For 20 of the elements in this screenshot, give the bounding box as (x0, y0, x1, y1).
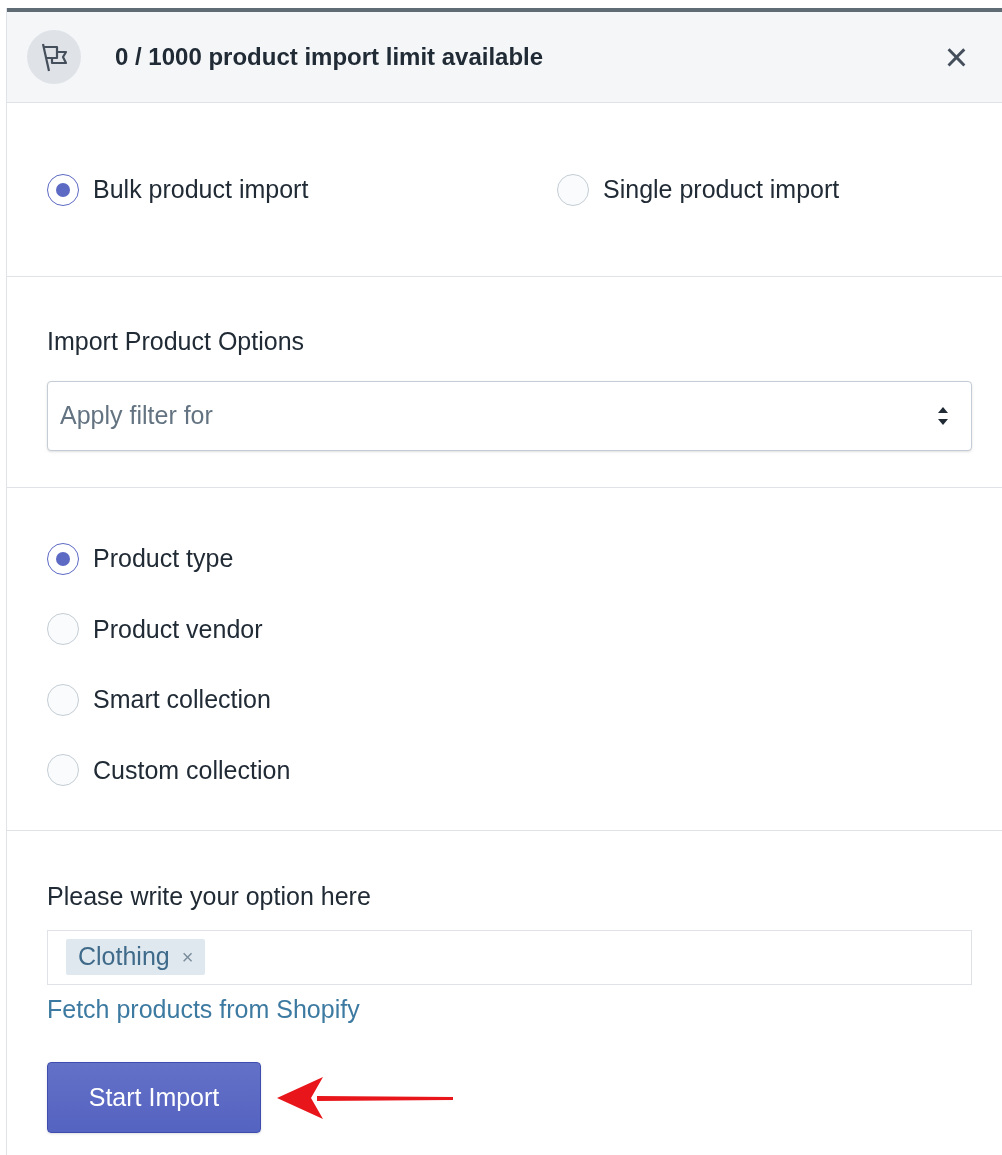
flag-icon (27, 30, 81, 84)
tag-chip: Clothing × (66, 939, 206, 975)
radio-option[interactable]: Product vendor (47, 610, 962, 648)
radio-option[interactable]: Bulk product import (47, 170, 557, 209)
start-import-button[interactable]: Start Import (47, 1062, 261, 1133)
tag-input-field[interactable]: Clothing × (47, 929, 972, 985)
radio-option[interactable]: Product type (47, 540, 962, 578)
header-title: 0 / 1000 product import limit available (115, 42, 544, 72)
field-label: Please write your option here (47, 881, 372, 912)
sort-caret-icon (937, 406, 949, 425)
close-button[interactable]: × (944, 37, 968, 77)
fetch-link[interactable]: Fetch products from Shopify (47, 990, 962, 1028)
radio-button[interactable] (47, 542, 79, 575)
radio-option[interactable]: Smart collection (47, 681, 962, 719)
radio-option[interactable]: Single product import (557, 170, 840, 209)
field-label: Import Product Options (47, 326, 306, 357)
arrow-icon (277, 1074, 453, 1121)
filter-select[interactable]: Apply filter for (47, 380, 972, 451)
radio-option[interactable]: Custom collection (47, 751, 962, 789)
radio-button[interactable] (47, 173, 79, 206)
